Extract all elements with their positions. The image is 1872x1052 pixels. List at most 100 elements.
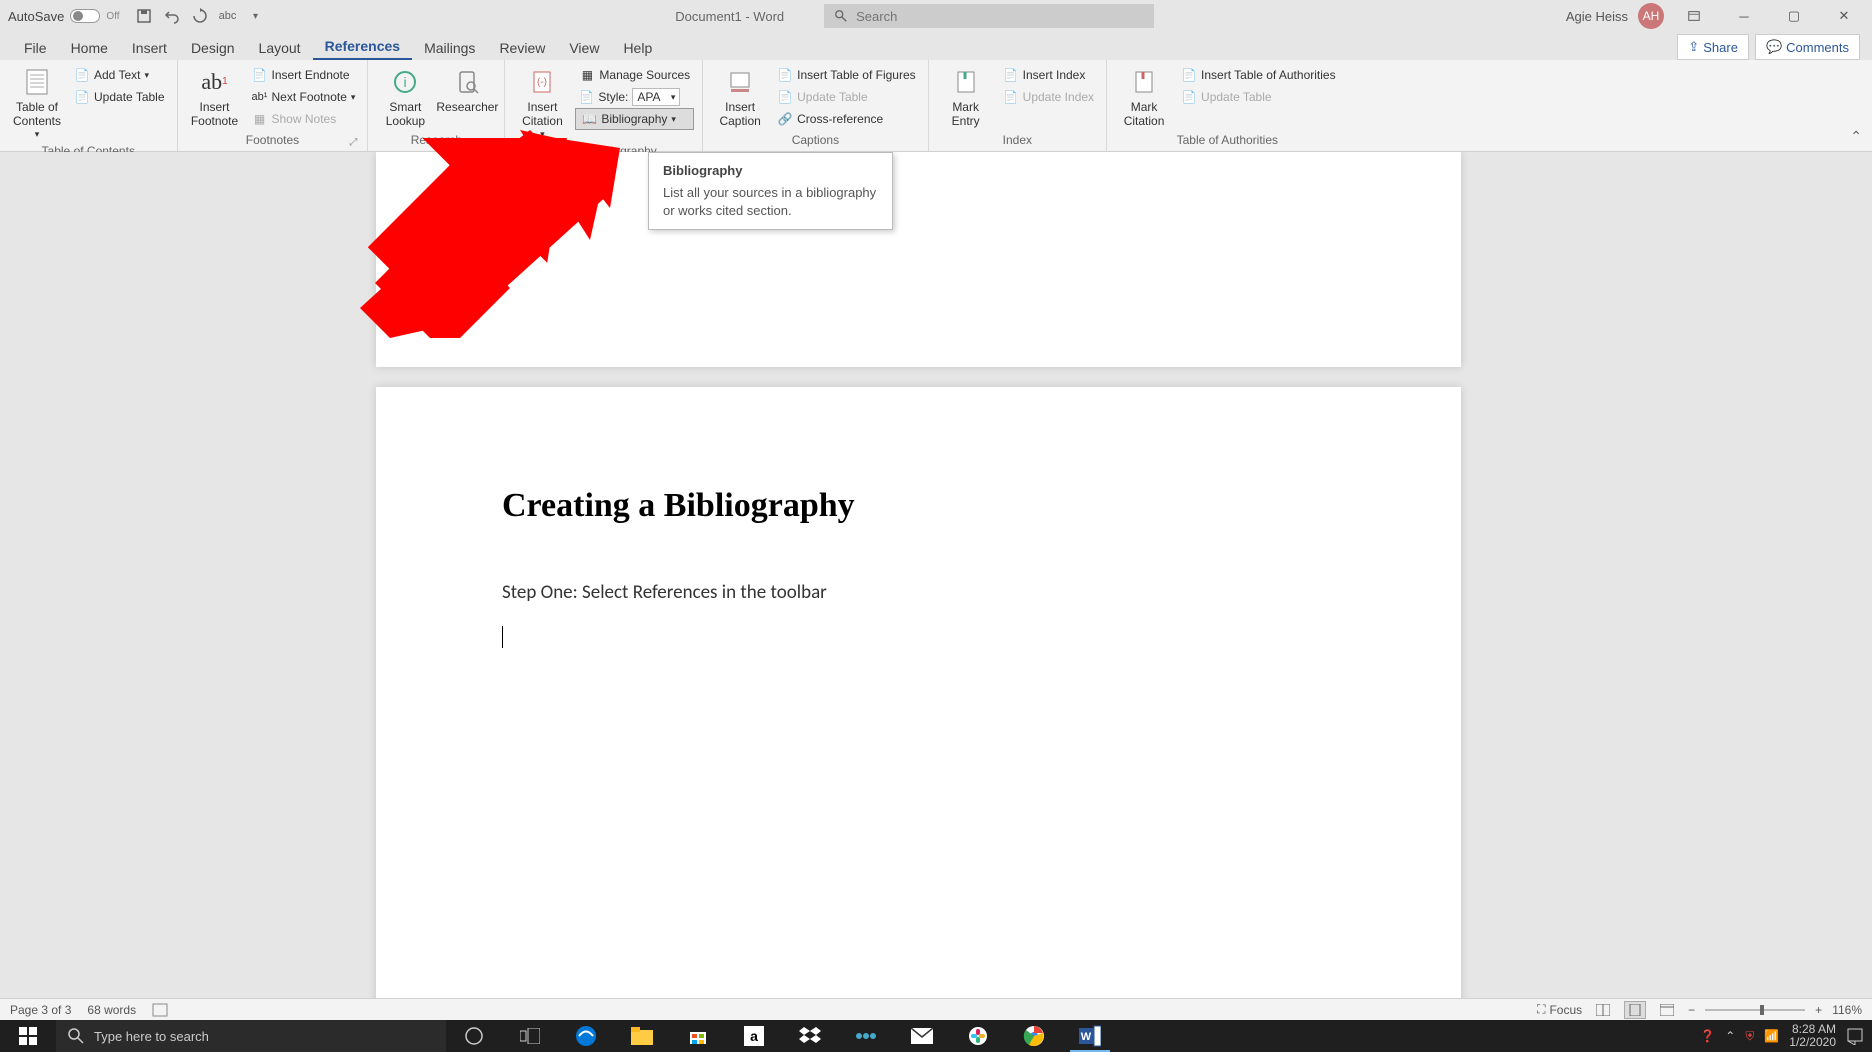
start-button[interactable] [0, 1020, 56, 1052]
svg-text:W: W [1081, 1031, 1092, 1043]
comments-button[interactable]: 💬Comments [1755, 34, 1860, 60]
clock[interactable]: 8:28 AM 1/2/2020 [1789, 1023, 1836, 1049]
manage-sources-button[interactable]: ▦Manage Sources [575, 64, 694, 86]
file-explorer-icon[interactable] [614, 1020, 670, 1052]
avatar[interactable]: AH [1638, 3, 1664, 29]
amazon-icon[interactable]: a [726, 1020, 782, 1052]
spellcheck-icon[interactable]: abc [220, 8, 236, 24]
show-notes-icon: ▦ [252, 111, 268, 127]
help-icon[interactable]: ❓ [1700, 1029, 1715, 1043]
user-name[interactable]: Agie Heiss [1566, 9, 1628, 24]
insert-footnote-label: Insert Footnote [191, 100, 238, 129]
insert-caption-button[interactable]: Insert Caption [711, 64, 769, 131]
share-button[interactable]: ⇪Share [1677, 34, 1749, 60]
show-notes-button[interactable]: ▦Show Notes [248, 108, 360, 130]
minimize-button[interactable]: ─ [1724, 2, 1764, 30]
bibliography-button[interactable]: 📖Bibliography▾ [575, 108, 694, 130]
insert-toa-label: Insert Table of Authorities [1201, 68, 1336, 82]
mark-citation-button[interactable]: Mark Citation [1115, 64, 1173, 131]
slack-icon[interactable] [950, 1020, 1006, 1052]
toc-label: Table of Contents [13, 100, 61, 129]
chrome-icon[interactable] [1006, 1020, 1062, 1052]
notifications-icon[interactable] [1846, 1027, 1864, 1045]
tab-home[interactable]: Home [59, 36, 120, 60]
tab-references[interactable]: References [313, 34, 413, 60]
autosave-toggle[interactable]: AutoSave Off [8, 9, 120, 24]
zoom-thumb[interactable] [1760, 1005, 1764, 1015]
edge-icon[interactable] [558, 1020, 614, 1052]
security-icon[interactable]: ⛨ [1745, 1029, 1754, 1044]
status-bar: Page 3 of 3 68 words ⛶Focus − + 116% [0, 998, 1872, 1020]
zoom-slider[interactable] [1705, 1009, 1805, 1011]
insert-index-button[interactable]: 📄Insert Index [999, 64, 1098, 86]
tray-chevron-icon[interactable]: ⌃ [1725, 1029, 1735, 1043]
smart-lookup-button[interactable]: i Smart Lookup [376, 64, 434, 131]
redo-icon[interactable] [192, 8, 208, 24]
wifi-icon[interactable]: 📶 [1764, 1029, 1779, 1043]
maximize-button[interactable]: ▢ [1774, 2, 1814, 30]
next-footnote-button[interactable]: ab¹Next Footnote▾ [248, 86, 360, 108]
focus-button[interactable]: ⛶Focus [1537, 1002, 1582, 1017]
spellcheck-status-icon[interactable] [152, 1003, 168, 1017]
tab-design[interactable]: Design [179, 36, 247, 60]
cross-reference-button[interactable]: 🔗Cross-reference [773, 108, 920, 130]
tab-insert[interactable]: Insert [120, 36, 179, 60]
save-icon[interactable] [136, 8, 152, 24]
page-indicator[interactable]: Page 3 of 3 [10, 1003, 71, 1017]
next-footnote-label: Next Footnote [272, 90, 347, 104]
group-toa: Mark Citation 📄Insert Table of Authoriti… [1107, 60, 1348, 151]
collapse-ribbon-icon[interactable]: ⌃ [1850, 128, 1862, 145]
read-mode-button[interactable] [1592, 1001, 1614, 1019]
update-index-button[interactable]: 📄Update Index [999, 86, 1098, 108]
insert-endnote-button[interactable]: 📄Insert Endnote [248, 64, 360, 86]
table-of-contents-button[interactable]: Table of Contents ▾ [8, 64, 66, 142]
dropbox-icon[interactable] [782, 1020, 838, 1052]
group-toc: Table of Contents ▾ 📄Add Text▾ 📄Update T… [0, 60, 178, 151]
print-layout-button[interactable] [1624, 1001, 1646, 1019]
close-button[interactable]: ✕ [1824, 2, 1864, 30]
qat-dropdown-icon[interactable]: ▾ [248, 8, 264, 24]
update-table-label: Update Table [94, 90, 165, 104]
document-title: Document1 - Word [675, 9, 784, 24]
word-count[interactable]: 68 words [87, 1003, 136, 1017]
insert-footnote-button[interactable]: ab1 Insert Footnote [186, 64, 244, 131]
add-text-button[interactable]: 📄Add Text▾ [70, 64, 169, 86]
update-table-button[interactable]: 📄Update Table [70, 86, 169, 108]
mail-icon[interactable] [894, 1020, 950, 1052]
task-view-icon[interactable] [502, 1020, 558, 1052]
title-bar: AutoSave Off abc ▾ Document1 - Word Agie… [0, 0, 1872, 32]
dialog-launcher-icon[interactable]: ⤢ [349, 137, 357, 148]
update-tof-button[interactable]: 📄Update Table [773, 86, 920, 108]
cortana-icon[interactable] [446, 1020, 502, 1052]
mark-citation-label: Mark Citation [1124, 100, 1165, 129]
style-dropdown[interactable]: APA▾ [632, 88, 680, 106]
page-current[interactable]: Creating a Bibliography Step One: Select… [376, 387, 1461, 1020]
tab-mailings[interactable]: Mailings [412, 36, 487, 60]
insert-toa-button[interactable]: 📄Insert Table of Authorities [1177, 64, 1340, 86]
search-input[interactable] [856, 9, 1144, 24]
mark-entry-button[interactable]: Mark Entry [937, 64, 995, 131]
insert-citation-button[interactable]: (-) Insert Citation ▾ [513, 64, 571, 142]
word-icon[interactable]: W [1062, 1020, 1118, 1052]
undo-icon[interactable] [164, 8, 180, 24]
search-box[interactable] [824, 4, 1154, 28]
autosave-label: AutoSave [8, 9, 64, 24]
researcher-button[interactable]: Researcher [438, 64, 496, 116]
app-icon[interactable] [838, 1020, 894, 1052]
insert-index-label: Insert Index [1023, 68, 1086, 82]
tab-view[interactable]: View [557, 36, 611, 60]
zoom-out-button[interactable]: − [1688, 1003, 1695, 1017]
ribbon-display-icon[interactable] [1674, 2, 1714, 30]
store-icon[interactable] [670, 1020, 726, 1052]
autosave-switch-icon[interactable] [70, 9, 100, 23]
update-toa-button[interactable]: 📄Update Table [1177, 86, 1340, 108]
insert-tof-button[interactable]: 📄Insert Table of Figures [773, 64, 920, 86]
zoom-in-button[interactable]: + [1815, 1003, 1822, 1017]
web-layout-button[interactable] [1656, 1001, 1678, 1019]
tab-review[interactable]: Review [487, 36, 557, 60]
tab-file[interactable]: File [12, 36, 59, 60]
zoom-level[interactable]: 116% [1832, 1003, 1862, 1017]
tab-help[interactable]: Help [611, 36, 664, 60]
taskbar-search[interactable]: Type here to search [56, 1020, 446, 1052]
tab-layout[interactable]: Layout [247, 36, 313, 60]
